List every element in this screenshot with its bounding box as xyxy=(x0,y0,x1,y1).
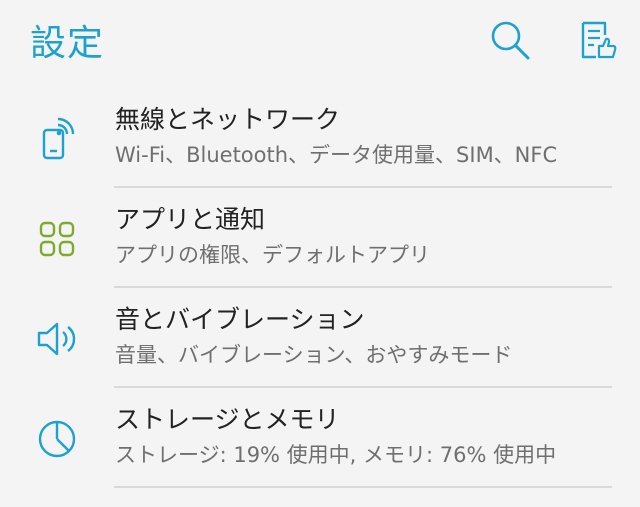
divider xyxy=(114,486,612,488)
item-summary: Wi-Fi、Bluetooth、データ使用量、SIM、NFC xyxy=(115,143,558,167)
item-label: 音とバイブレーション xyxy=(115,305,365,334)
app-bar: 設定 xyxy=(0,0,640,90)
page-title: 設定 xyxy=(30,23,105,64)
settings-item-storage-memory[interactable]: ストレージとメモリ ストレージ: 19% 使用中, メモリ: 76% 使用中 xyxy=(0,388,640,488)
settings-item-wireless-network[interactable]: 無線とネットワーク Wi-Fi、Bluetooth、データ使用量、SIM、NFC xyxy=(0,88,640,188)
settings-list: 無線とネットワーク Wi-Fi、Bluetooth、データ使用量、SIM、NFC… xyxy=(0,88,640,488)
speaker-icon xyxy=(34,316,80,362)
settings-item-apps-notifications[interactable]: アプリと通知 アプリの権限、デフォルトアプリ xyxy=(0,188,640,288)
wireless-network-icon xyxy=(34,116,80,162)
feedback-icon xyxy=(581,21,617,59)
item-label: 無線とネットワーク xyxy=(115,105,341,134)
item-summary: 音量、バイブレーション、おやすみモード xyxy=(115,343,513,367)
search-icon xyxy=(491,21,530,60)
settings-item-sound-vibration[interactable]: 音とバイブレーション 音量、バイブレーション、おやすみモード xyxy=(0,288,640,388)
item-summary: アプリの権限、デフォルトアプリ xyxy=(115,243,430,267)
item-label: ストレージとメモリ xyxy=(115,405,340,434)
feedback-button[interactable] xyxy=(576,16,620,64)
item-summary: ストレージ: 19% 使用中, メモリ: 76% 使用中 xyxy=(115,443,557,467)
search-button[interactable] xyxy=(488,16,532,64)
settings-screen: 設定 無線とネットワーク Wi-Fi、Bluetooth、データ使用量、SIM、… xyxy=(0,0,640,507)
item-label: アプリと通知 xyxy=(115,205,266,234)
storage-pie-icon xyxy=(34,416,80,462)
apps-grid-icon xyxy=(34,216,80,262)
